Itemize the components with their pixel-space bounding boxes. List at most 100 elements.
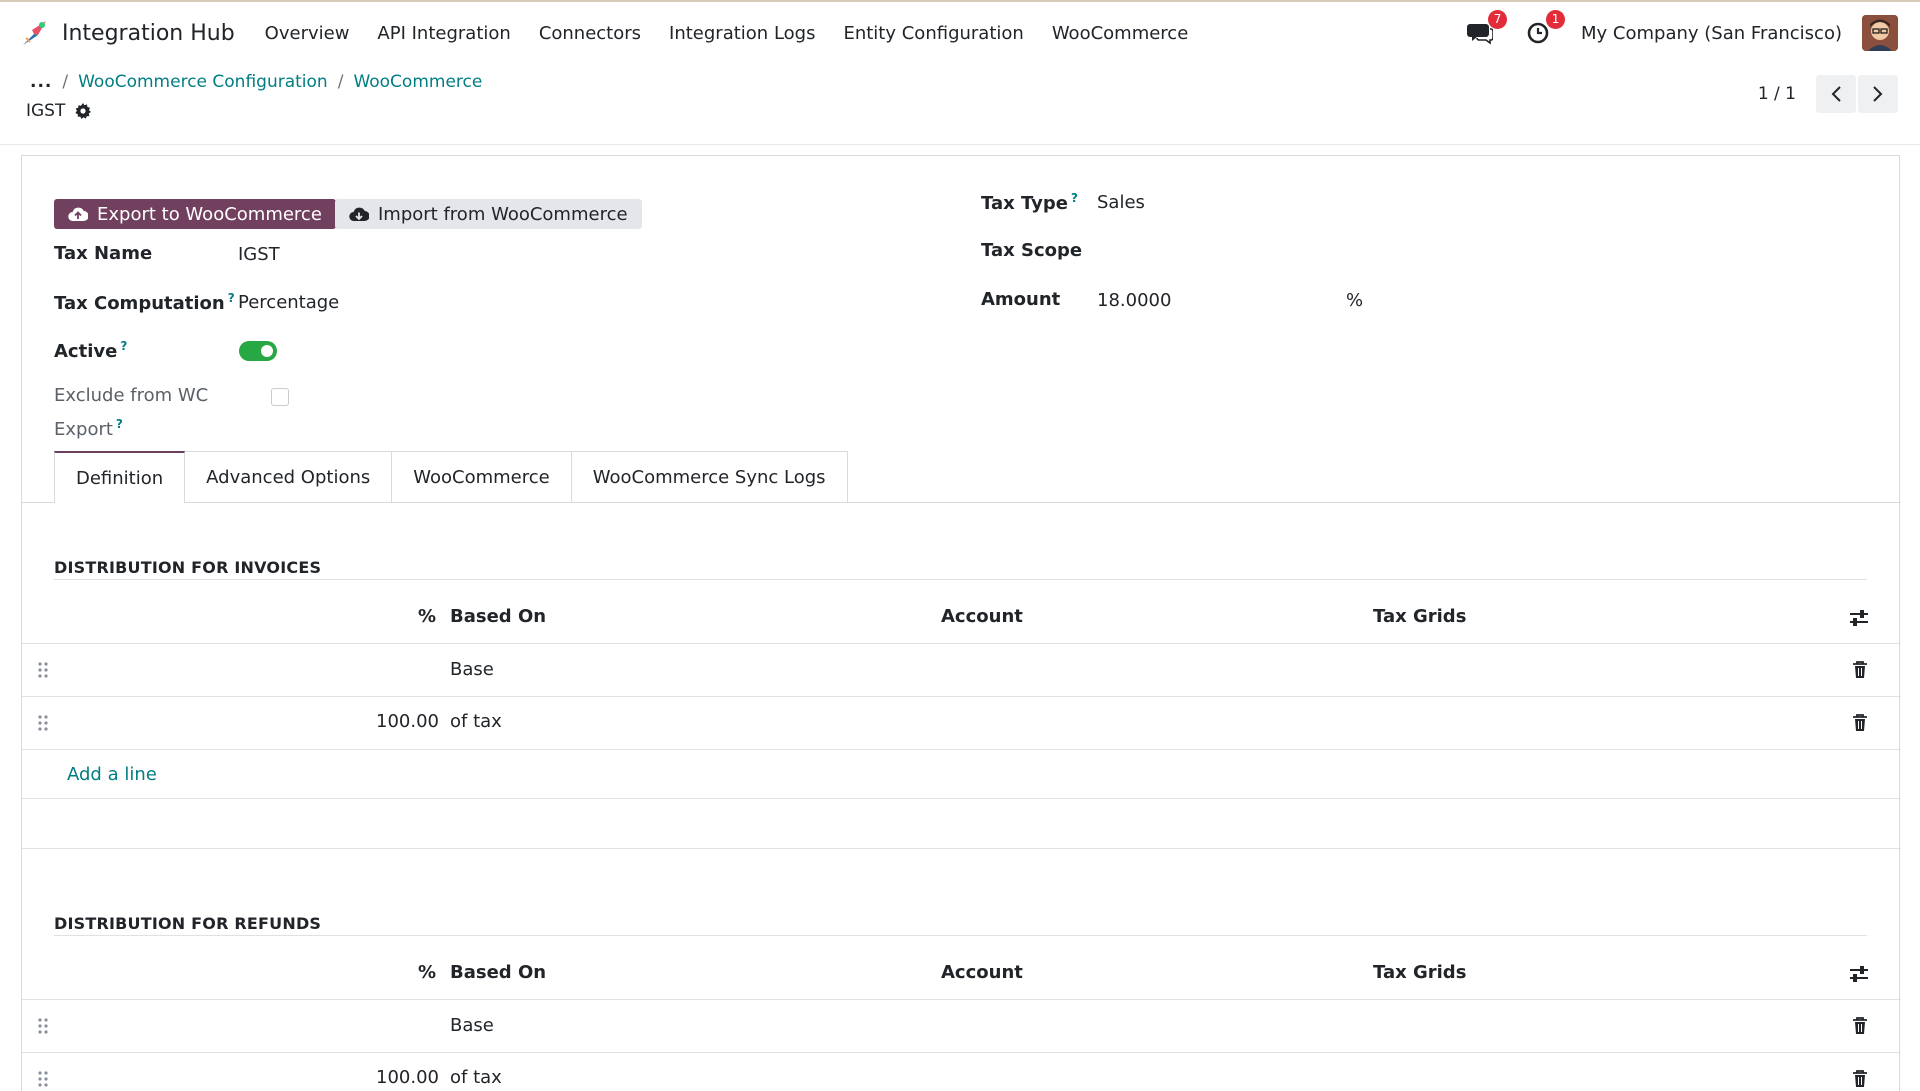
user-avatar[interactable] (1862, 15, 1898, 51)
export-button-label: Export to WooCommerce (97, 203, 322, 225)
active-toggle[interactable] (239, 341, 277, 361)
refunds-col-percent[interactable]: % (418, 962, 436, 983)
row-percent[interactable]: 100.00 (376, 1067, 439, 1088)
amount-unit: % (1346, 290, 1364, 311)
tax-type-label-text: Tax Type (981, 193, 1068, 214)
row-line (22, 749, 1901, 750)
activities-badge: 1 (1546, 10, 1566, 29)
tax-computation-label-text: Tax Computation (54, 293, 225, 314)
tax-scope-label: Tax Scope (981, 240, 1082, 261)
breadcrumb-separator: / (62, 72, 69, 92)
menu-item-api-integration[interactable]: API Integration (363, 23, 524, 44)
refunds-col-based-on[interactable]: Based On (450, 962, 546, 983)
help-tooltip-icon[interactable]: ? (1071, 191, 1078, 205)
record-pager: 1 / 1 (1758, 75, 1898, 113)
invoices-section-title: DISTRIBUTION FOR INVOICES (54, 558, 322, 577)
row-line (22, 696, 1901, 697)
app-name: Integration Hub (62, 20, 235, 46)
refunds-col-account[interactable]: Account (941, 962, 1023, 983)
section-separator-line (22, 848, 1901, 849)
exclude-label-line1: Exclude from WC (54, 385, 209, 406)
menu-item-integration-logs[interactable]: Integration Logs (655, 23, 829, 44)
refunds-section-title: DISTRIBUTION FOR REFUNDS (54, 914, 322, 933)
menu-item-connectors[interactable]: Connectors (525, 23, 655, 44)
record-title-text: IGST (26, 101, 66, 121)
trash-icon[interactable] (1852, 714, 1868, 732)
breadcrumb-more[interactable]: ... (30, 72, 52, 92)
invoices-col-account[interactable]: Account (941, 606, 1023, 627)
pager-previous-button[interactable] (1816, 75, 1856, 113)
row-line (22, 798, 1901, 799)
amount-label: Amount (981, 289, 1060, 310)
tax-type-field[interactable]: Sales (1097, 192, 1145, 213)
breadcrumb-separator: / (337, 72, 344, 92)
row-based-on[interactable]: Base (450, 1015, 494, 1036)
help-tooltip-icon[interactable]: ? (120, 339, 127, 353)
activities-button[interactable]: 1 (1523, 10, 1566, 48)
row-based-on[interactable]: of tax (450, 1067, 502, 1088)
clock-icon (1527, 22, 1549, 44)
tax-computation-field[interactable]: Percentage (238, 292, 339, 313)
tabs-divider (22, 502, 1901, 503)
cloud-upload-icon (68, 207, 88, 222)
invoices-col-based-on[interactable]: Based On (450, 606, 546, 627)
row-percent[interactable]: 100.00 (376, 711, 439, 732)
tax-computation-label: Tax Computation? (54, 291, 235, 314)
form-tabs: Definition Advanced Options WooCommerce … (54, 451, 848, 503)
active-label-text: Active (54, 341, 118, 362)
import-from-woocommerce-button[interactable]: Import from WooCommerce (335, 199, 642, 229)
row-based-on[interactable]: Base (450, 659, 494, 680)
breadcrumb-woocommerce[interactable]: WooCommerce (353, 72, 482, 92)
tab-advanced-options[interactable]: Advanced Options (184, 451, 393, 503)
tax-name-field[interactable]: IGST (238, 244, 280, 265)
app-brand[interactable]: Integration Hub (20, 18, 235, 48)
breadcrumb-woocommerce-configuration[interactable]: WooCommerce Configuration (78, 72, 328, 92)
refunds-section-rule (54, 935, 1867, 936)
refunds-col-tax-grids[interactable]: Tax Grids (1373, 962, 1466, 983)
record-title: IGST (26, 101, 92, 121)
tax-scope-label-text: Tax Scope (981, 240, 1083, 261)
invoices-add-line-link[interactable]: Add a line (67, 764, 157, 785)
menu-item-entity-configuration[interactable]: Entity Configuration (829, 23, 1037, 44)
cloud-download-icon (349, 207, 369, 222)
form-sheet: Export to WooCommerce Import from WooCom… (21, 155, 1901, 1091)
company-switcher[interactable]: My Company (San Francisco) (1581, 23, 1842, 44)
tab-woocommerce-sync-logs[interactable]: WooCommerce Sync Logs (570, 451, 848, 503)
invoices-col-percent[interactable]: % (418, 606, 436, 627)
refunds-header-line (22, 999, 1901, 1000)
import-button-label: Import from WooCommerce (378, 203, 628, 225)
row-based-on[interactable]: of tax (450, 711, 502, 732)
drag-handle-icon[interactable] (37, 661, 49, 679)
sliders-icon[interactable] (1848, 964, 1870, 984)
pager-next-button[interactable] (1858, 75, 1898, 113)
invoices-col-tax-grids[interactable]: Tax Grids (1373, 606, 1466, 627)
menu-item-overview[interactable]: Overview (251, 23, 364, 44)
user-avatar-image-icon (1862, 15, 1898, 51)
tax-name-label: Tax Name (54, 243, 152, 264)
trash-icon[interactable] (1852, 1070, 1868, 1088)
active-label: Active? (54, 339, 127, 362)
trash-icon[interactable] (1852, 661, 1868, 679)
tab-woocommerce[interactable]: WooCommerce (391, 451, 572, 503)
messages-button[interactable]: 7 (1465, 10, 1508, 48)
breadcrumb: ... / WooCommerce Configuration / WooCom… (30, 72, 482, 92)
amount-field[interactable]: 18.0000 (1097, 290, 1171, 311)
trash-icon[interactable] (1852, 1017, 1868, 1035)
drag-handle-icon[interactable] (37, 1070, 49, 1088)
row-line (22, 1052, 1901, 1053)
drag-handle-icon[interactable] (37, 1017, 49, 1035)
invoices-header-line (22, 643, 1901, 644)
pager-value[interactable]: 1 / 1 (1758, 84, 1796, 104)
tax-name-label-text: Tax Name (54, 243, 153, 264)
export-to-woocommerce-button[interactable]: Export to WooCommerce (54, 199, 336, 229)
top-navbar: Integration Hub Overview API Integration… (0, 0, 1920, 64)
help-tooltip-icon[interactable]: ? (116, 417, 123, 431)
menu-item-woocommerce[interactable]: WooCommerce (1038, 23, 1202, 44)
drag-handle-icon[interactable] (37, 714, 49, 732)
gear-icon[interactable] (75, 103, 92, 119)
tab-definition[interactable]: Definition (54, 451, 186, 503)
exclude-from-wc-export-checkbox[interactable] (271, 388, 289, 406)
sliders-icon[interactable] (1848, 608, 1870, 628)
help-tooltip-icon[interactable]: ? (228, 291, 235, 305)
systray: 7 1 My Company (San Francisco) (1465, 2, 1898, 64)
